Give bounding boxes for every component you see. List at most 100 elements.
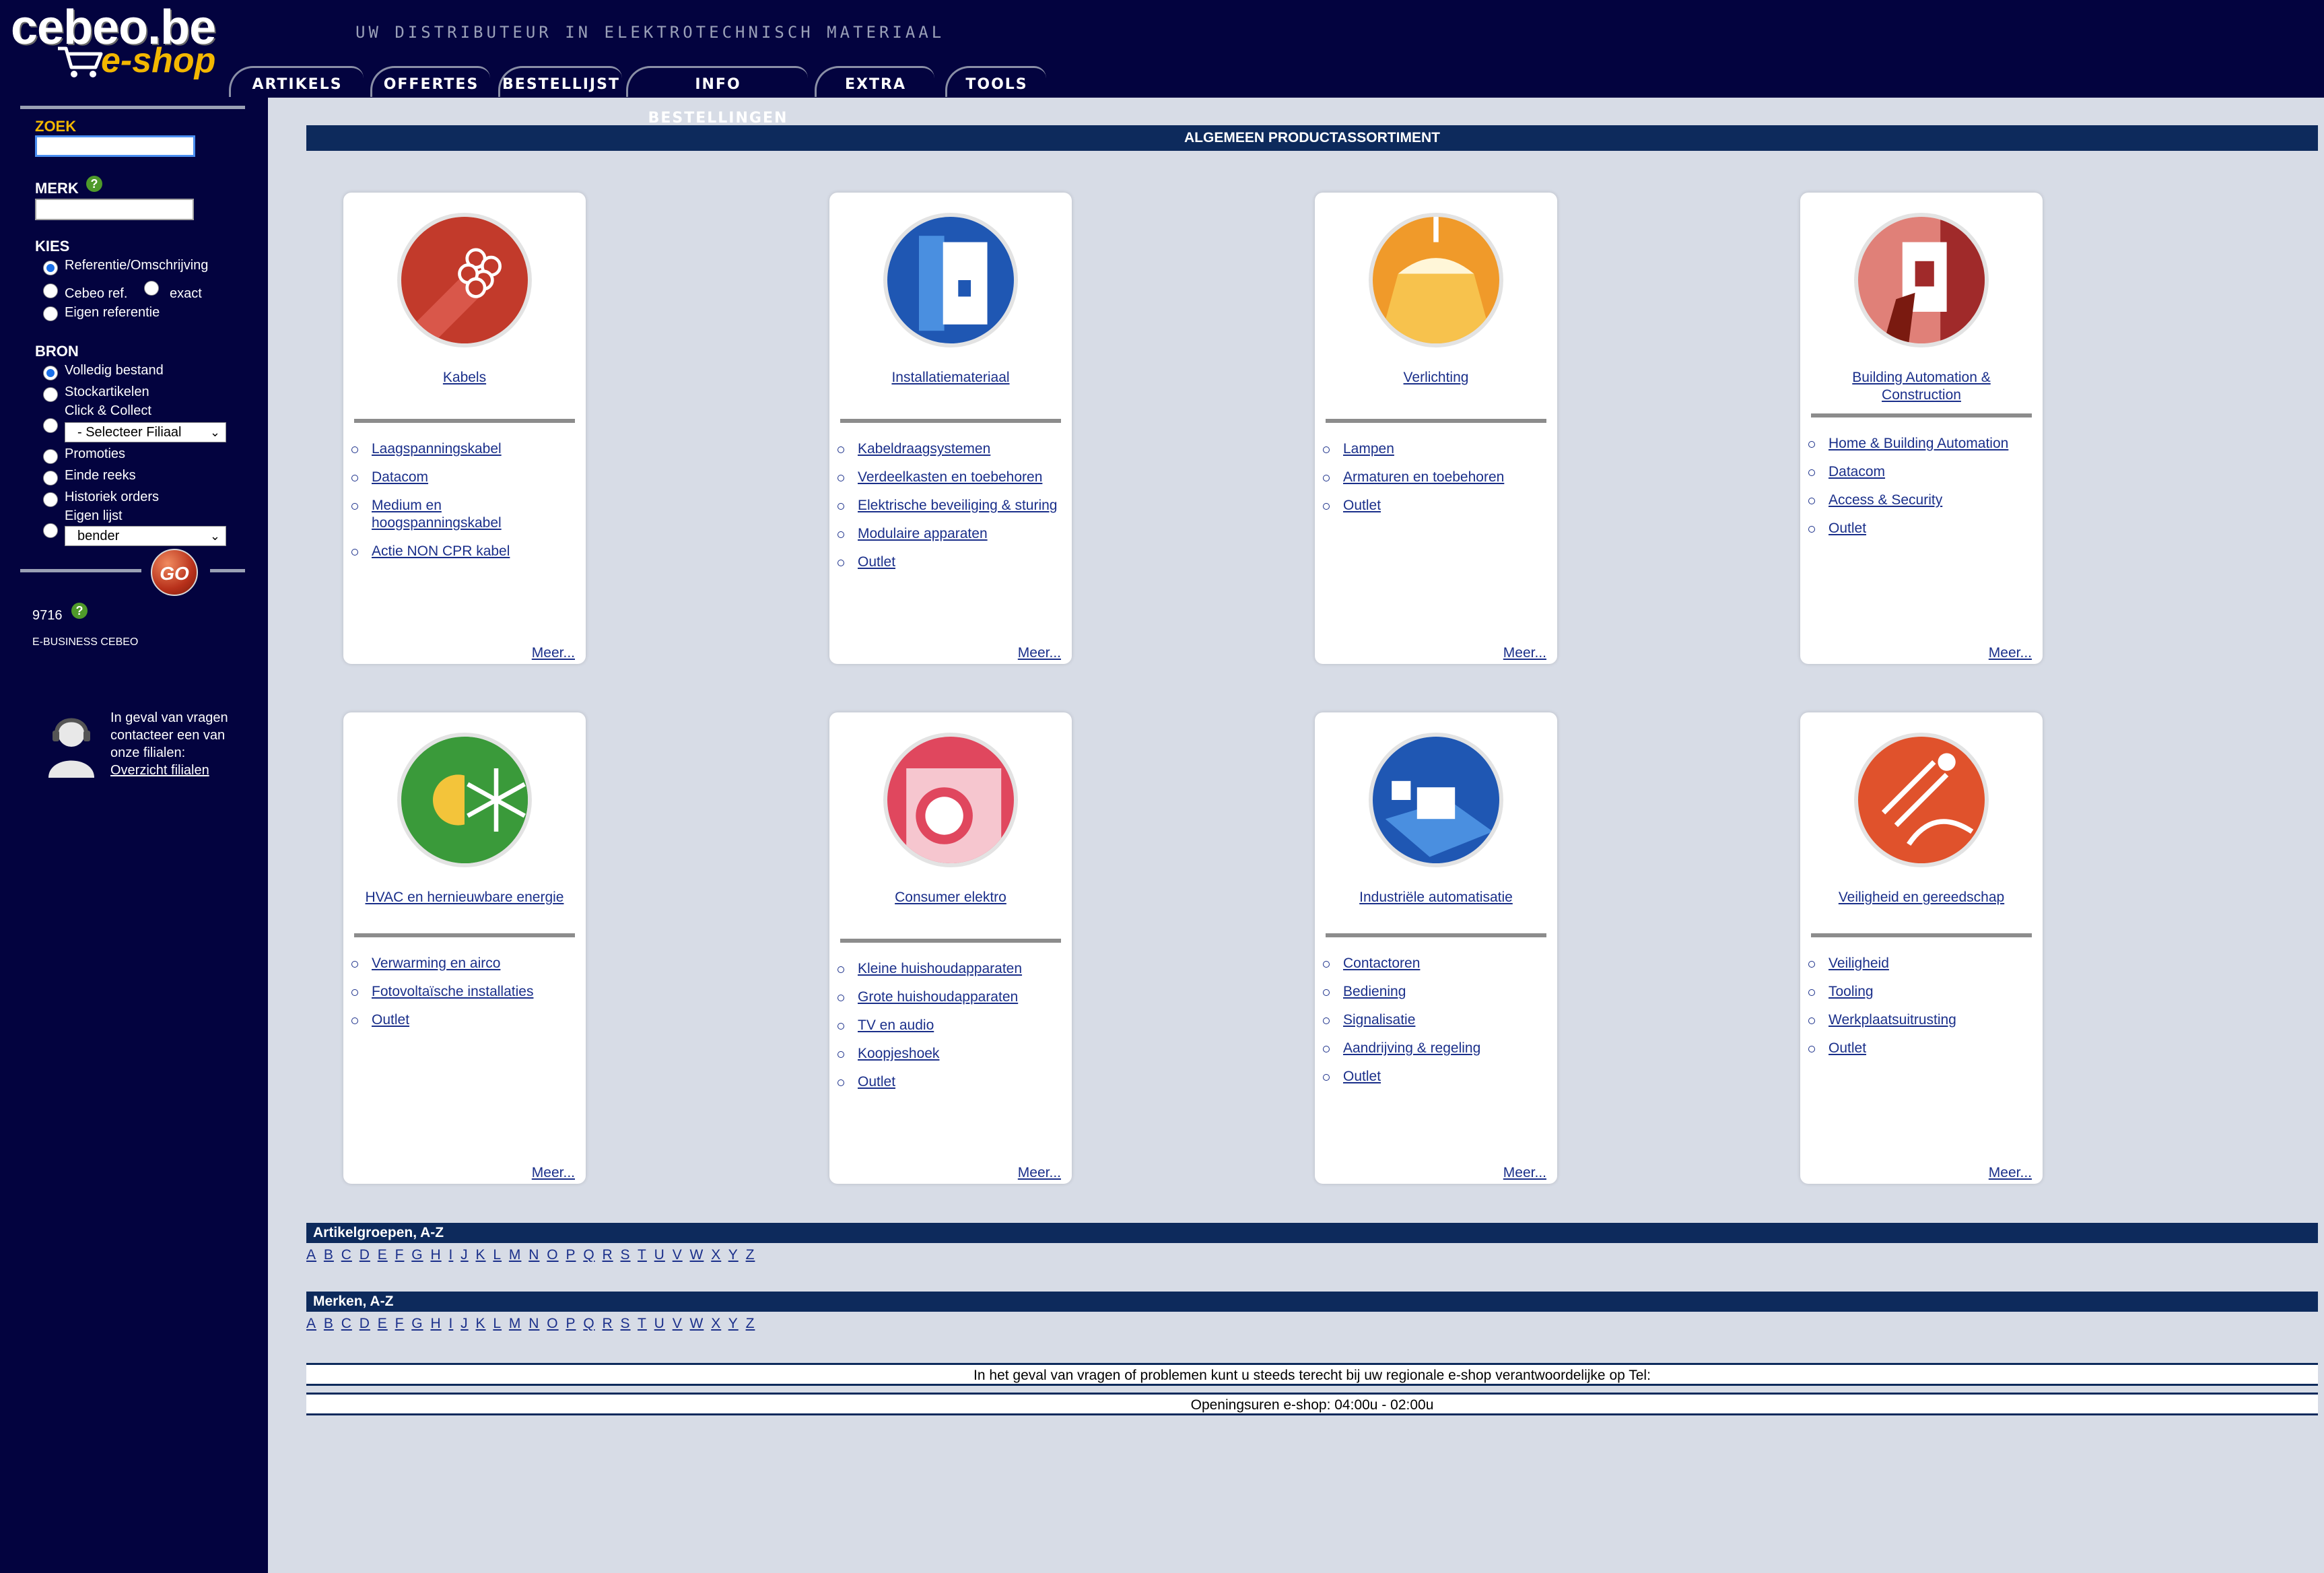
subcategory-link[interactable]: Fotovoltaïsche installaties (351, 983, 574, 1001)
radio-eigen-lijst[interactable] (43, 523, 58, 538)
letter-link[interactable]: K (476, 1316, 486, 1331)
radio-click-collect[interactable] (43, 418, 58, 433)
more-link[interactable]: Meer... (1018, 1165, 1061, 1181)
tab-offertes[interactable]: OFFERTES (370, 66, 490, 97)
letter-link[interactable]: A (306, 1247, 316, 1263)
subcategory-link[interactable]: Outlet (351, 1011, 574, 1029)
letter-link[interactable]: Q (583, 1247, 594, 1263)
subcategory-link[interactable]: Verdeelkasten en toebehoren (838, 469, 1060, 486)
more-link[interactable]: Meer... (1989, 645, 2032, 661)
subcategory-link[interactable]: Kabeldraagsystemen (838, 440, 1060, 458)
subcategory-link[interactable]: Outlet (838, 1073, 1060, 1091)
letter-link[interactable]: H (430, 1247, 441, 1263)
letter-link[interactable]: W (690, 1316, 704, 1331)
category-icon[interactable] (397, 213, 532, 347)
letter-link[interactable]: X (711, 1316, 721, 1331)
category-icon[interactable] (1369, 213, 1503, 347)
category-title[interactable]: Kabels (357, 369, 572, 387)
subcategory-link[interactable]: Laagspanningskabel (351, 440, 574, 458)
letter-link[interactable]: V (673, 1247, 683, 1263)
subcategory-link[interactable]: Koopjeshoek (838, 1045, 1060, 1063)
letter-link[interactable]: K (476, 1247, 486, 1263)
category-title[interactable]: Industriële automatisatie (1328, 889, 1544, 906)
letter-link[interactable]: U (654, 1316, 665, 1331)
category-icon[interactable] (1854, 213, 1989, 347)
letter-link[interactable]: Y (728, 1316, 739, 1331)
letter-link[interactable]: E (378, 1247, 388, 1263)
subcategory-link[interactable]: Aandrijving & regeling (1323, 1040, 1545, 1057)
letter-link[interactable]: M (509, 1316, 522, 1331)
more-link[interactable]: Meer... (1989, 1165, 2032, 1181)
letter-link[interactable]: F (395, 1247, 405, 1263)
letter-link[interactable]: T (638, 1247, 647, 1263)
tab-artikels[interactable]: ARTIKELS (229, 66, 364, 97)
radio-eigen-referentie[interactable] (43, 306, 58, 321)
letter-link[interactable]: C (341, 1316, 352, 1331)
category-icon[interactable] (883, 733, 1018, 867)
letter-link[interactable]: P (566, 1247, 576, 1263)
radio-einde-reeks[interactable] (43, 471, 58, 486)
letter-link[interactable]: E (378, 1316, 388, 1331)
subcategory-link[interactable]: Veiligheid (1808, 955, 2030, 972)
letter-link[interactable]: H (430, 1316, 441, 1331)
letter-link[interactable]: J (460, 1316, 469, 1331)
radio-cebeo-ref[interactable] (43, 283, 58, 298)
more-link[interactable]: Meer... (1018, 645, 1061, 661)
letter-link[interactable]: Q (583, 1316, 594, 1331)
more-link[interactable]: Meer... (532, 1165, 575, 1181)
subcategory-link[interactable]: Verwarming en airco (351, 955, 574, 972)
subcategory-link[interactable]: Datacom (1808, 463, 2030, 481)
subcategory-link[interactable]: Lampen (1323, 440, 1545, 458)
subcategory-link[interactable]: TV en audio (838, 1017, 1060, 1034)
category-title[interactable]: Verlichting (1328, 369, 1544, 387)
subcategory-link[interactable]: Access & Security (1808, 492, 2030, 509)
more-link[interactable]: Meer... (1503, 645, 1546, 661)
category-title[interactable]: HVAC en hernieuwbare energie (357, 889, 572, 906)
letter-link[interactable]: J (460, 1247, 469, 1263)
letter-link[interactable]: D (360, 1247, 370, 1263)
subcategory-link[interactable]: Outlet (1808, 520, 2030, 537)
letter-link[interactable]: W (690, 1247, 704, 1263)
letter-link[interactable]: G (411, 1247, 423, 1263)
letter-link[interactable]: S (621, 1247, 631, 1263)
letter-link[interactable]: T (638, 1316, 647, 1331)
radio-exact[interactable] (144, 281, 159, 296)
subcategory-link[interactable]: Modulaire apparaten (838, 525, 1060, 543)
search-input[interactable] (35, 135, 195, 157)
help-icon[interactable]: ? (86, 176, 102, 192)
more-link[interactable]: Meer... (532, 645, 575, 661)
letter-link[interactable]: C (341, 1247, 352, 1263)
letter-link[interactable]: O (547, 1316, 558, 1331)
letter-link[interactable]: U (654, 1247, 665, 1263)
filiaal-select[interactable]: - Selecteer Filiaal ⌄ (65, 422, 226, 442)
radio-referentie[interactable] (43, 261, 58, 275)
category-icon[interactable] (397, 733, 532, 867)
subcategory-link[interactable]: Grote huishoudapparaten (838, 989, 1060, 1006)
letter-link[interactable]: F (395, 1316, 405, 1331)
subcategory-link[interactable]: Contactoren (1323, 955, 1545, 972)
radio-promoties[interactable] (43, 449, 58, 464)
merk-input[interactable] (35, 199, 194, 220)
letter-link[interactable]: M (509, 1247, 522, 1263)
contact-link[interactable]: Overzicht filialen (110, 763, 209, 778)
subcategory-link[interactable]: Datacom (351, 469, 574, 486)
category-icon[interactable] (883, 213, 1018, 347)
letter-link[interactable]: N (528, 1316, 539, 1331)
letter-link[interactable]: R (603, 1316, 613, 1331)
subcategory-link[interactable]: Outlet (1808, 1040, 2030, 1057)
letter-link[interactable]: B (324, 1247, 334, 1263)
subcategory-link[interactable]: Werkplaatsuitrusting (1808, 1011, 2030, 1029)
subcategory-link[interactable]: Kleine huishoudapparaten (838, 960, 1060, 978)
radio-stockartikelen[interactable] (43, 387, 58, 402)
letter-link[interactable]: D (360, 1316, 370, 1331)
category-title[interactable]: Veiligheid en gereedschap (1814, 889, 2029, 906)
tab-info-bestellingen[interactable]: INFO BESTELLINGEN (626, 66, 808, 127)
tab-tools[interactable]: TOOLS (945, 66, 1046, 97)
help-icon[interactable]: ? (71, 603, 88, 619)
letter-link[interactable]: V (673, 1316, 683, 1331)
category-title[interactable]: Building Automation & Construction (1814, 369, 2029, 404)
letter-link[interactable]: L (493, 1316, 502, 1331)
radio-historiek-orders[interactable] (43, 492, 58, 507)
subcategory-link[interactable]: Tooling (1808, 983, 2030, 1001)
letter-link[interactable]: B (324, 1316, 334, 1331)
